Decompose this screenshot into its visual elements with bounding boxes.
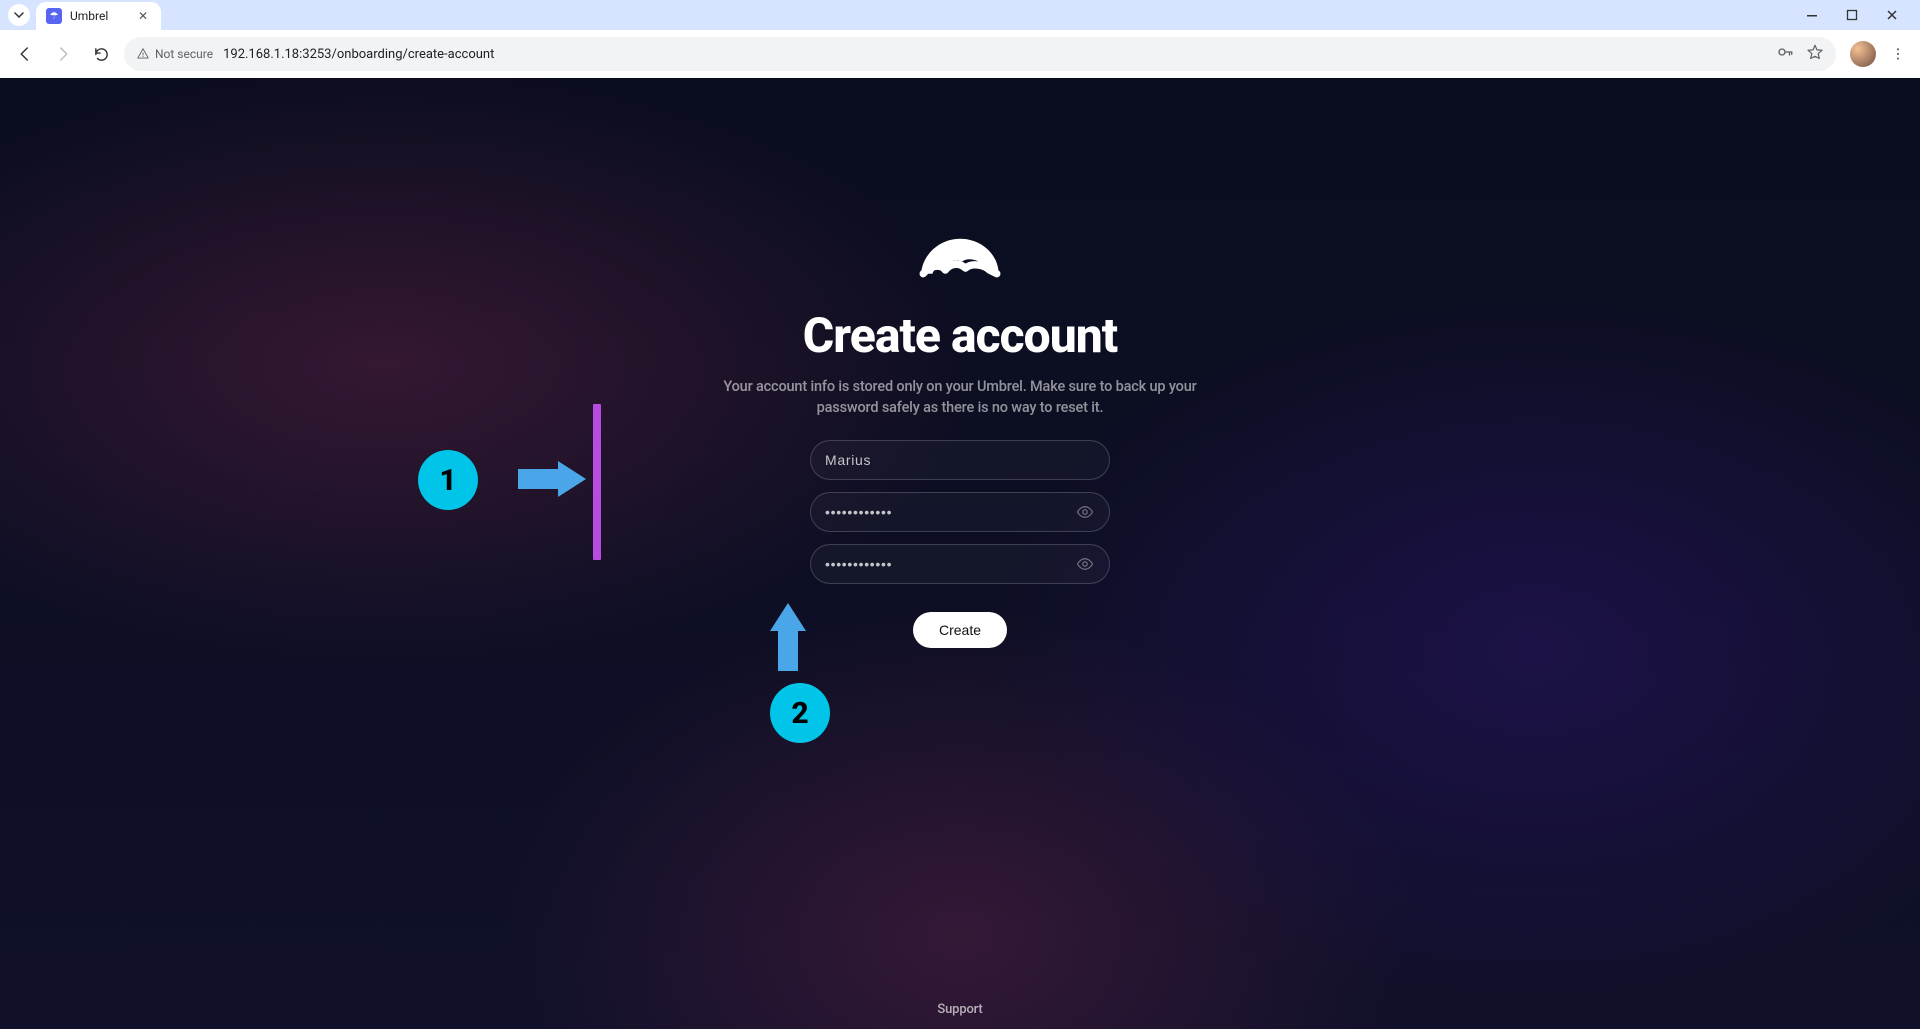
support-link[interactable]: Support [937, 1002, 982, 1017]
tab-search-dropdown[interactable] [8, 4, 30, 26]
browser-tab[interactable]: ☂ Umbrel ✕ [36, 2, 161, 30]
confirm-password-visibility-toggle[interactable] [1075, 554, 1095, 574]
annotation-bar-icon [593, 404, 601, 560]
password-visibility-toggle[interactable] [1075, 502, 1095, 522]
close-icon [1886, 9, 1898, 21]
tab-title: Umbrel [70, 9, 127, 23]
address-bar[interactable]: Not secure 192.168.1.18:3253/onboarding/… [124, 37, 1836, 71]
annotation-badge-2: 2 [770, 683, 830, 743]
kebab-icon [1890, 46, 1906, 62]
maximize-icon [1846, 9, 1858, 21]
confirm-password-input[interactable] [825, 556, 1075, 572]
password-key-icon[interactable] [1776, 43, 1794, 65]
window-close-button[interactable] [1878, 3, 1906, 27]
window-maximize-button[interactable] [1838, 3, 1866, 27]
eye-icon [1076, 503, 1094, 521]
name-input[interactable] [825, 452, 1095, 468]
chevron-down-icon [14, 12, 24, 18]
nav-back-button[interactable] [10, 39, 40, 69]
name-field-wrapper [810, 440, 1110, 480]
security-label: Not secure [155, 47, 213, 61]
umbrel-logo-icon [914, 233, 1006, 289]
eye-icon [1076, 555, 1094, 573]
toolbar: Not secure 192.168.1.18:3253/onboarding/… [0, 30, 1920, 78]
profile-avatar[interactable] [1850, 41, 1876, 67]
arrow-left-icon [16, 45, 34, 63]
password-input[interactable] [825, 504, 1075, 520]
bookmark-star-button[interactable] [1806, 43, 1824, 65]
confirm-password-field-wrapper [810, 544, 1110, 584]
url-text: 192.168.1.18:3253/onboarding/create-acco… [223, 47, 494, 62]
arrow-right-icon [54, 45, 72, 63]
browser-menu-button[interactable] [1886, 42, 1910, 66]
create-button[interactable]: Create [913, 612, 1007, 648]
umbrel-favicon-icon: ☂ [46, 8, 62, 24]
annotation-1: 1 [418, 404, 618, 574]
page-title: Create account [803, 307, 1117, 364]
tab-close-button[interactable]: ✕ [135, 8, 151, 24]
minimize-icon [1806, 9, 1818, 21]
annotation-arrow-right-icon [558, 461, 586, 497]
create-account-form: Create [810, 440, 1110, 648]
titlebar: ☂ Umbrel ✕ [0, 0, 1920, 30]
not-secure-icon [136, 47, 150, 61]
annotation-badge-1: 1 [418, 450, 478, 510]
reload-icon [93, 46, 110, 63]
window-controls [1798, 3, 1920, 27]
password-field-wrapper [810, 492, 1110, 532]
nav-reload-button[interactable] [86, 39, 116, 69]
page-subtext: Your account info is stored only on your… [710, 376, 1210, 418]
page-viewport: Create account Your account info is stor… [0, 78, 1920, 1029]
window-minimize-button[interactable] [1798, 3, 1826, 27]
nav-forward-button[interactable] [48, 39, 78, 69]
security-badge[interactable]: Not secure [136, 47, 213, 61]
